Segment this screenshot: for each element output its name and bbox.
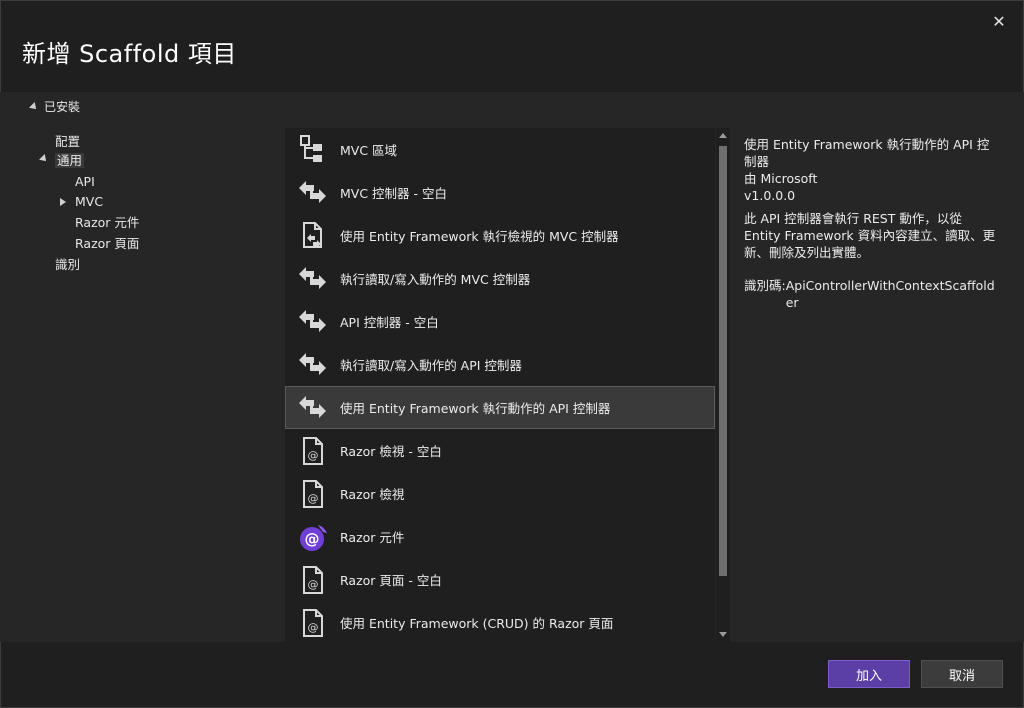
tree-item-razor-component[interactable]: Razor 元件 [75,213,139,233]
controller-icon [295,175,331,211]
template-item[interactable]: MVC 控制器 - 空白 [285,171,715,214]
razor-file-icon: @ [295,476,331,512]
template-item[interactable]: 使用 Entity Framework 執行檢視的 MVC 控制器 [285,214,715,257]
scrollbar-thumb[interactable] [719,146,727,576]
tree-item-api[interactable]: API [75,172,95,192]
template-item[interactable]: @ 使用 Entity Framework (CRUD) 的 Razor 頁面 [285,601,715,642]
detail-author: 由 Microsoft [744,171,818,186]
template-list[interactable]: MVC 區域 MVC 控制器 - 空白 使用 Entity Framework … [285,128,715,642]
razor-file-icon: @ [295,433,331,469]
installed-label: 已安裝 [44,100,81,114]
tree-item-mvc[interactable]: MVC [60,192,103,212]
controller-icon [295,347,331,383]
detail-version: v1.0.0.0 [744,188,796,203]
detail-description: 此 API 控制器會執行 REST 動作，以從 Entity Framework… [744,211,996,260]
detail-panel: 使用 Entity Framework 執行動作的 API 控制器 由 Micr… [744,136,1000,311]
detail-id-row: 識別碼: ApiControllerWithContextScaffolder [744,277,1000,311]
controller-icon [295,304,331,340]
svg-text:@: @ [305,530,320,548]
svg-text:@: @ [308,449,319,462]
svg-text:@: @ [308,578,319,591]
controller-views-icon [295,218,331,254]
detail-title: 使用 Entity Framework 執行動作的 API 控制器 [744,137,990,169]
tree-item-identity[interactable]: 識別 [55,255,80,275]
template-item-selected[interactable]: 使用 Entity Framework 執行動作的 API 控制器 [285,386,715,429]
razor-file-icon: @ [295,605,331,641]
razor-file-icon: @ [295,562,331,598]
tree-item-config[interactable]: 配置 [55,132,80,152]
svg-text:@: @ [308,492,319,505]
detail-id-label: 識別碼: [744,278,786,293]
cancel-button[interactable]: 取消 [921,660,1003,688]
scroll-down-icon[interactable] [719,632,727,637]
svg-text:@: @ [308,621,319,634]
installed-header[interactable]: 已安裝 [29,98,81,115]
template-item[interactable]: 執行讀取/寫入動作的 MVC 控制器 [285,257,715,300]
tree-item-razor-page[interactable]: Razor 頁面 [75,234,139,254]
detail-id-value: ApiControllerWithContextScaffolder [785,278,995,310]
template-item[interactable]: API 控制器 - 空白 [285,300,715,343]
template-item[interactable]: @ Razor 檢視 [285,472,715,515]
template-item[interactable]: @ Razor 元件 [285,515,715,558]
add-button[interactable]: 加入 [828,660,910,688]
expand-triangle-icon[interactable] [60,198,66,206]
blazor-icon: @ [295,519,331,555]
template-item[interactable]: @ Razor 頁面 - 空白 [285,558,715,601]
controller-icon [295,390,331,426]
close-icon[interactable]: ✕ [988,10,1010,32]
area-tree-icon [295,132,331,168]
template-item[interactable]: @ Razor 檢視 - 空白 [285,429,715,472]
tree-item-common[interactable]: 通用 [39,151,85,171]
template-item[interactable]: MVC 區域 [285,128,715,171]
template-item[interactable]: 執行讀取/寫入動作的 API 控制器 [285,343,715,386]
controller-icon [295,261,331,297]
dialog-title: 新增 Scaffold 項目 [22,40,237,68]
scroll-up-icon[interactable] [719,133,727,138]
template-list-scrollbar[interactable] [716,128,730,642]
collapse-triangle-icon[interactable] [29,101,39,112]
